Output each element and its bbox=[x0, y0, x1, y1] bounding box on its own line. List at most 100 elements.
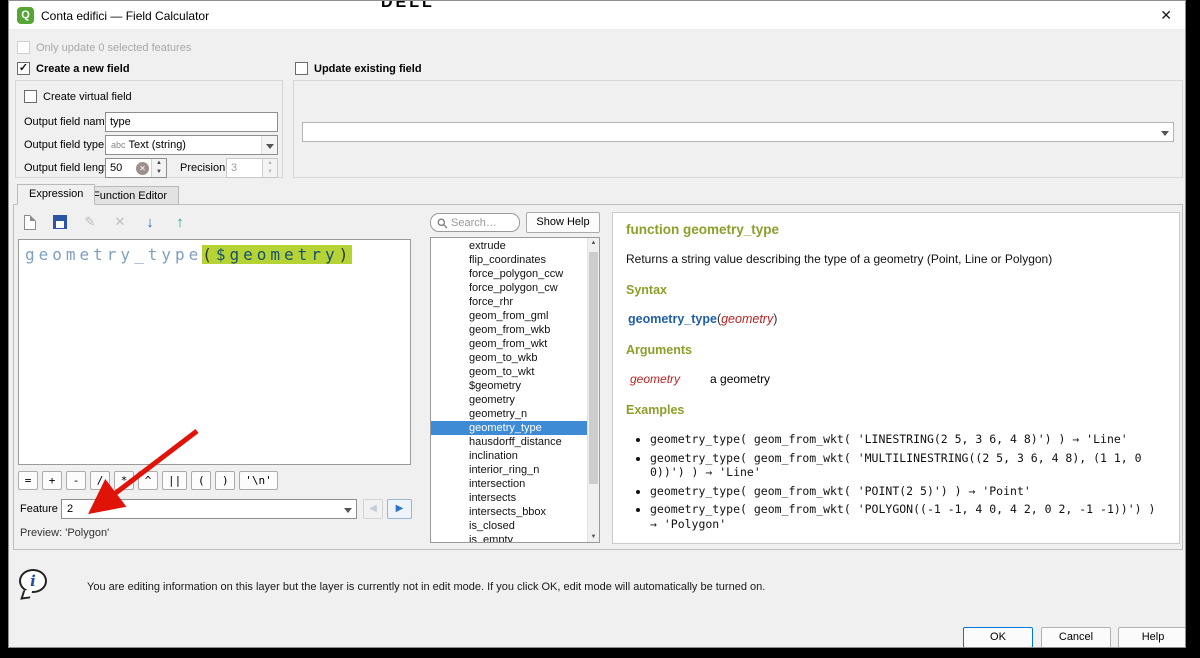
background-monitor-text: DELL bbox=[381, 1, 435, 12]
show-help-button[interactable]: Show Help bbox=[526, 212, 600, 233]
example-item: geometry_type( geom_from_wkt( 'MULTILINE… bbox=[650, 451, 1166, 480]
save-icon bbox=[53, 215, 67, 229]
cancel-button[interactable]: Cancel bbox=[1041, 627, 1111, 648]
operator-button[interactable]: + bbox=[42, 471, 62, 490]
function-list-item[interactable]: is_empty bbox=[431, 533, 587, 543]
new-field-group: Create virtual field Output field name O… bbox=[15, 80, 283, 178]
tab-expression[interactable]: Expression bbox=[17, 184, 95, 205]
spinner-arrows[interactable]: ▲▼ bbox=[151, 159, 166, 177]
operator-button[interactable]: - bbox=[66, 471, 86, 490]
operator-button[interactable]: ( bbox=[191, 471, 211, 490]
scrollbar-thumb[interactable] bbox=[589, 252, 598, 484]
edit-icon: ✎ bbox=[85, 214, 96, 230]
precision-label: Precision bbox=[180, 162, 225, 174]
edit-expression-button: ✎ bbox=[78, 211, 102, 233]
output-field-length-spinner[interactable]: 50 ✕ ▲▼ bbox=[105, 158, 167, 178]
ok-button[interactable]: OK bbox=[963, 627, 1033, 648]
function-list-item[interactable]: $geometry bbox=[431, 379, 587, 393]
output-field-name-input[interactable] bbox=[106, 113, 277, 131]
spin-up-icon: ▲ bbox=[263, 159, 277, 168]
tab-label: Function Editor bbox=[93, 190, 167, 202]
import-icon: ↓ bbox=[146, 214, 154, 231]
update-existing-field-checkbox[interactable]: Update existing field bbox=[295, 62, 422, 75]
function-list-item[interactable]: is_closed bbox=[431, 519, 587, 533]
clear-icon[interactable]: ✕ bbox=[136, 162, 149, 175]
function-list-item[interactable]: hausdorff_distance bbox=[431, 435, 587, 449]
function-list-item[interactable]: geom_from_wkb bbox=[431, 323, 587, 337]
help-button[interactable]: Help bbox=[1118, 627, 1186, 648]
operator-button[interactable]: * bbox=[114, 471, 134, 490]
function-list-item[interactable]: force_polygon_ccw bbox=[431, 267, 587, 281]
field-calculator-dialog: Q Conta edifici — Field Calculator DELL … bbox=[8, 0, 1186, 648]
precision-spinner: 3 ▲▼ bbox=[226, 158, 278, 178]
function-list-item[interactable]: geometry_n bbox=[431, 407, 587, 421]
function-search[interactable] bbox=[430, 213, 520, 232]
chevron-down-icon bbox=[340, 500, 356, 518]
export-expressions-button[interactable]: ↑ bbox=[168, 211, 192, 233]
function-list-item[interactable]: intersection bbox=[431, 477, 587, 491]
close-icon[interactable]: ✕ bbox=[1160, 7, 1172, 24]
operator-button[interactable]: '\n' bbox=[239, 471, 278, 490]
create-virtual-field-checkbox[interactable]: Create virtual field bbox=[24, 90, 132, 103]
next-feature-button[interactable]: ▶ bbox=[387, 499, 412, 519]
spinner-value: 3 bbox=[231, 162, 237, 174]
operator-button[interactable]: ) bbox=[215, 471, 235, 490]
operator-button[interactable]: = bbox=[18, 471, 38, 490]
info-icon: i bbox=[19, 569, 53, 607]
output-field-type-combo[interactable]: abcText (string) bbox=[105, 135, 278, 155]
new-expression-button[interactable] bbox=[18, 211, 42, 233]
spin-down-icon[interactable]: ▼ bbox=[152, 168, 166, 177]
expression-editor[interactable]: geometry_type($geometry) bbox=[18, 239, 411, 465]
spin-up-icon[interactable]: ▲ bbox=[152, 159, 166, 168]
tab-function-editor[interactable]: Function Editor bbox=[81, 186, 179, 205]
operator-button[interactable]: || bbox=[162, 471, 187, 490]
remove-expression-button: ✕ bbox=[108, 211, 132, 233]
function-list-item[interactable]: flip_coordinates bbox=[431, 253, 587, 267]
expression-preview: Preview: 'Polygon' bbox=[20, 527, 109, 539]
only-update-selected-checkbox[interactable]: Only update 0 selected features bbox=[17, 41, 191, 54]
function-list[interactable]: extrudeflip_coordinatesforce_polygon_ccw… bbox=[430, 237, 600, 543]
operator-button[interactable]: ^ bbox=[138, 471, 158, 490]
function-list-item[interactable]: geometry_type bbox=[431, 421, 587, 435]
function-list-item[interactable]: extrude bbox=[431, 239, 587, 253]
function-list-item[interactable]: geom_from_gml bbox=[431, 309, 587, 323]
window-title: Conta edifici — Field Calculator bbox=[41, 9, 209, 23]
existing-field-combo[interactable] bbox=[302, 122, 1174, 142]
function-list-item[interactable]: force_polygon_cw bbox=[431, 281, 587, 295]
example-item: geometry_type( geom_from_wkt( 'POINT(2 5… bbox=[650, 484, 1166, 499]
syntax-heading: Syntax bbox=[626, 283, 1166, 297]
operator-button[interactable]: / bbox=[90, 471, 110, 490]
function-list-item[interactable]: geom_to_wkt bbox=[431, 365, 587, 379]
function-list-item[interactable]: inclination bbox=[431, 449, 587, 463]
output-field-name-input-wrap bbox=[105, 112, 278, 132]
import-expressions-button[interactable]: ↓ bbox=[138, 211, 162, 233]
scroll-down-icon[interactable]: ▼ bbox=[588, 534, 599, 540]
expression-code: geometry_type($geometry) bbox=[25, 245, 404, 264]
function-list-items: extrudeflip_coordinatesforce_polygon_ccw… bbox=[431, 239, 587, 543]
next-icon: ▶ bbox=[396, 503, 404, 514]
info-bubble-tail bbox=[20, 589, 32, 599]
function-list-item[interactable]: force_rhr bbox=[431, 295, 587, 309]
arguments-heading: Arguments bbox=[626, 343, 1166, 357]
expression-toolbar: ✎ ✕ ↓ ↑ bbox=[18, 211, 192, 233]
function-list-item[interactable]: interior_ring_n bbox=[431, 463, 587, 477]
scroll-up-icon[interactable]: ▲ bbox=[588, 240, 599, 246]
function-list-item[interactable]: intersects_bbox bbox=[431, 505, 587, 519]
chevron-down-icon bbox=[1157, 123, 1173, 141]
create-new-field-checkbox[interactable]: ✓ Create a new field bbox=[17, 62, 130, 75]
text-type-icon: abc bbox=[111, 140, 126, 150]
feature-combo[interactable]: 2 bbox=[61, 499, 357, 519]
titlebar[interactable]: Q Conta edifici — Field Calculator DELL … bbox=[9, 1, 1185, 30]
function-list-item[interactable]: geom_from_wkt bbox=[431, 337, 587, 351]
code-function: geometry_type bbox=[25, 245, 202, 264]
help-title: function geometry_type bbox=[626, 222, 1166, 237]
search-input[interactable] bbox=[451, 215, 515, 230]
function-list-item[interactable]: intersects bbox=[431, 491, 587, 505]
checkbox-box: ✓ bbox=[17, 62, 30, 75]
function-list-item[interactable]: geometry bbox=[431, 393, 587, 407]
function-list-item[interactable]: geom_to_wkb bbox=[431, 351, 587, 365]
save-expression-button[interactable] bbox=[48, 211, 72, 233]
checkbox-box bbox=[295, 62, 308, 75]
feature-label: Feature bbox=[20, 503, 58, 515]
function-list-scrollbar[interactable]: ▲ ▼ bbox=[587, 238, 599, 542]
